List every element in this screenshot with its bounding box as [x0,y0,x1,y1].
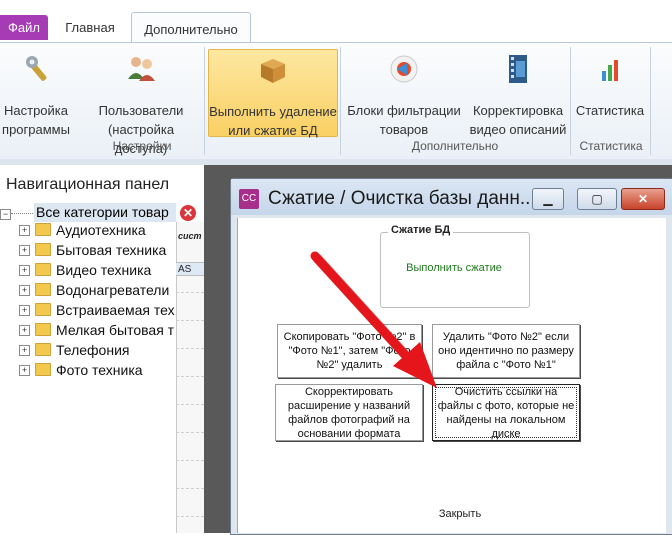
tree-item-label: Водонагреватели [56,282,170,298]
folder-icon [35,283,51,296]
close-icon: ✕ [637,192,649,206]
compress-db-button[interactable]: Выполнить удаление или сжатие БД [208,49,338,138]
stats-label: Статистика [575,103,645,118]
tree-item-label: Встраиваемая тех [56,302,175,318]
folder-icon [35,303,51,316]
close-dialog-button[interactable]: Закрыть [425,508,495,524]
folder-icon [35,243,51,256]
folder-icon [35,263,51,276]
maximize-icon: ▢ [591,192,603,206]
nav-pane-title: Навигационная панел [0,165,200,199]
datasheet-cell[interactable]: AS [176,262,204,276]
users-button[interactable]: Пользователи (настройка доступа) [80,49,202,156]
app-icon: CC [239,189,259,209]
settings-button[interactable]: Настройка программы [0,49,76,137]
filters-label: Блоки фильтрации товаров [347,103,461,137]
grid-line [176,404,204,405]
group-label-stats: Статистика [579,139,643,153]
grid-line [176,292,204,293]
folder-icon [35,363,51,376]
folder-icon [35,323,51,336]
stats-button[interactable]: Статистика [574,49,646,135]
copy-photo-button[interactable]: Скопировать "Фото №2" в "Фото №1", затем… [277,324,422,378]
expand-icon[interactable]: + [19,365,30,376]
tree-item-label: Фото техника [56,362,143,378]
grid-line [176,488,204,489]
minimize-icon: ▁ [543,192,553,206]
video-label: Корректировка видео описаний [469,103,567,137]
tab-file[interactable]: Файл [0,15,48,40]
bar-chart-icon [602,60,618,81]
expand-icon[interactable]: + [19,265,30,276]
datasheet-header: сист [178,231,202,241]
category-tree: + Аудиотехника + Бытовая техника + Видео… [0,199,176,533]
users-icon [128,57,155,81]
grid-line [176,432,204,433]
ribbon: Настройка программы Пользователи (настро… [0,42,672,160]
expand-icon[interactable]: + [19,345,30,356]
expand-icon[interactable]: + [19,285,30,296]
folder-icon [35,343,51,356]
dialog-title: Сжатие / Очистка базы данн... [268,188,536,209]
tree-item-label: Мелкая бытовая т [56,322,175,338]
expand-icon[interactable]: + [19,305,30,316]
fix-extension-button[interactable]: Скорректировать расширение у названий фа… [275,384,423,441]
tree-item-label: Аудиотехника [56,222,146,238]
film-icon [509,55,527,83]
tab-extra[interactable]: Дополнительно [131,12,251,43]
grid-line [176,460,204,461]
tree-item-label: Видео техника [56,262,152,278]
group-label-settings: Настройки [112,139,172,153]
box-icon [261,59,285,83]
tab-home[interactable]: Главная [56,15,124,40]
maximize-button[interactable]: ▢ [577,188,617,210]
group-separator [570,47,571,155]
expand-icon[interactable]: + [19,325,30,336]
wrench-icon [26,56,47,81]
video-button[interactable]: Корректировка видео описаний [466,49,570,137]
delete-duplicate-photo-button[interactable]: Удалить "Фото №2" если оно идентично по … [432,324,580,378]
close-icon[interactable]: ✕ [180,205,196,221]
filter-icon [390,55,418,83]
tree-item-label: Бытовая техника [56,242,167,258]
minimize-button[interactable]: ▁ [532,188,564,210]
grid-line [176,320,204,321]
group-label-extra: Дополнительно [411,139,499,153]
grid-line [176,348,204,349]
grid-line [176,516,204,517]
tree-item-label: Телефония [56,342,130,358]
compress-group-label: Сжатие БД [388,224,454,236]
compress-db-label: Выполнить удаление или сжатие БД [209,104,337,138]
group-separator [650,47,651,155]
filters-button[interactable]: Блоки фильтрации товаров [344,49,464,137]
expand-icon[interactable]: + [19,225,30,236]
run-compress-button[interactable]: Выполнить сжатие [395,262,513,278]
clear-missing-links-button[interactable]: Очистить ссылки на файлы с фото, которые… [432,384,580,441]
settings-label: Настройка программы [2,103,70,137]
folder-icon [35,223,51,236]
expand-icon[interactable]: + [19,245,30,256]
group-separator [204,47,205,155]
grid-line [176,376,204,377]
window-close-button[interactable]: ✕ [621,188,665,210]
